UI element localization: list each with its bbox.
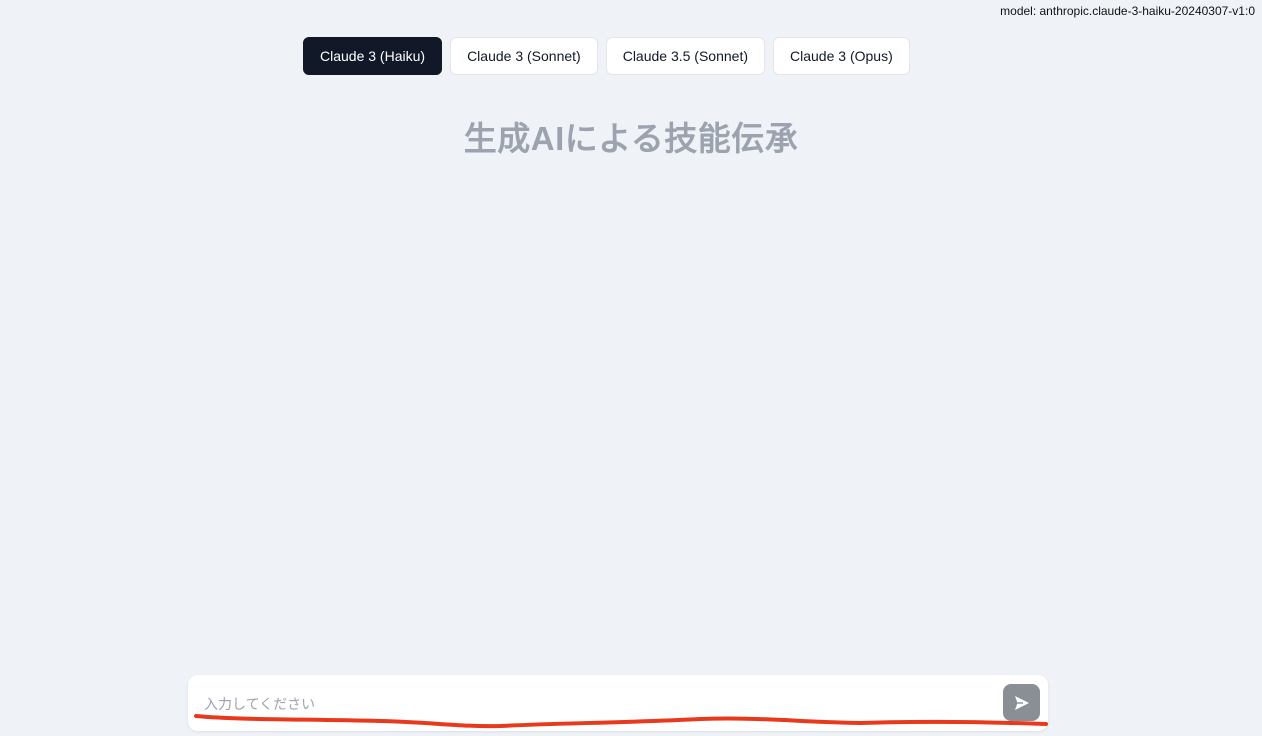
chat-input-bar [188, 675, 1048, 731]
tab-claude-3-opus[interactable]: Claude 3 (Opus) [773, 37, 910, 75]
chat-message-area [188, 170, 1048, 660]
app-page: model: anthropic.claude-3-haiku-20240307… [0, 0, 1262, 736]
tab-claude-3-haiku[interactable]: Claude 3 (Haiku) [303, 37, 443, 75]
send-button[interactable] [1003, 684, 1040, 721]
tab-claude-3-5-sonnet[interactable]: Claude 3.5 (Sonnet) [605, 37, 766, 75]
page-title: 生成AIによる技能伝承 [463, 120, 799, 157]
tab-claude-3-sonnet[interactable]: Claude 3 (Sonnet) [450, 37, 598, 75]
model-id-label: model: anthropic.claude-3-haiku-20240307… [1000, 4, 1255, 18]
chat-input[interactable] [202, 689, 986, 719]
send-icon [1014, 695, 1029, 710]
model-selector-tabs: Claude 3 (Haiku) Claude 3 (Sonnet) Claud… [302, 36, 911, 76]
